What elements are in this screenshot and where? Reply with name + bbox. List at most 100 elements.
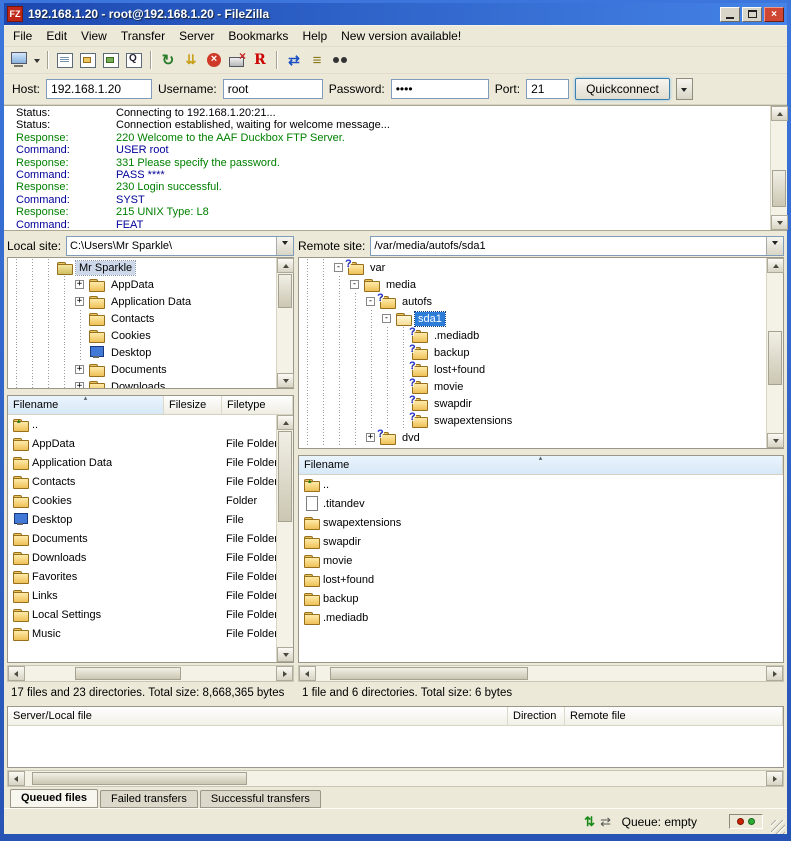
tree-expander-plus-icon[interactable]: + [366,433,375,442]
directory-comparison-icon[interactable] [283,49,305,71]
remote-horizontal-scrollbar[interactable] [298,665,784,682]
file-row-lost-found[interactable]: lost+found [299,570,783,589]
column-header-direction[interactable]: Direction [508,707,565,725]
tree-item-appdata[interactable]: +AppData [8,276,276,293]
file-row-downloads[interactable]: DownloadsFile Folder [8,548,276,567]
column-header-filename[interactable]: Filename▴ [299,456,783,474]
file-row-music[interactable]: MusicFile Folder [8,624,276,643]
scroll-left-button[interactable] [8,666,25,681]
queue-processing-icon[interactable] [598,814,614,830]
file-row-swapextensions[interactable]: swapextensions [299,513,783,532]
cancel-icon[interactable] [203,49,225,71]
tree-item-media[interactable]: -media [299,276,766,293]
column-header-filesize[interactable]: Filesize [164,396,222,414]
tree-item-contacts[interactable]: Contacts [8,310,276,327]
transfer-queue-body[interactable] [8,726,783,767]
tree-item-movie[interactable]: ?movie [299,378,766,395]
resize-grip[interactable] [771,820,785,834]
file-row-application-data[interactable]: Application DataFile Folder [8,453,276,472]
tree-item-swapdir[interactable]: ?swapdir [299,395,766,412]
message-log-scrollbar[interactable] [770,106,787,230]
scroll-thumb[interactable] [330,667,528,680]
remote-site-dropdown-button[interactable] [766,237,783,255]
scroll-thumb[interactable] [278,274,292,308]
scroll-thumb[interactable] [772,170,786,208]
file-row-swapdir[interactable]: swapdir [299,532,783,551]
tree-expander-plus-icon[interactable]: + [75,297,84,306]
tab-successful-transfers[interactable]: Successful transfers [200,790,321,808]
scroll-up-button[interactable] [277,258,294,273]
tree-expander-plus-icon[interactable]: + [75,280,84,289]
speed-limits-icon[interactable] [582,814,598,830]
file-row-titandev[interactable]: .titandev [299,494,783,513]
column-header-server-local-file[interactable]: Server/Local file [8,707,508,725]
local-site-dropdown-button[interactable] [276,237,293,255]
scroll-left-button[interactable] [8,771,25,786]
tree-expander-minus-icon[interactable]: - [350,280,359,289]
tree-expander-plus-icon[interactable]: + [75,382,84,388]
scroll-right-button[interactable] [766,666,783,681]
scroll-right-button[interactable] [766,771,783,786]
file-row-item[interactable]: ▴.. [8,415,276,434]
remote-tree-scrollbar[interactable] [766,258,783,448]
username-input[interactable] [223,79,323,99]
tree-item-dvd[interactable]: +?dvd [299,429,766,446]
file-row-desktop[interactable]: DesktopFile [8,510,276,529]
tree-item-sda1[interactable]: -sda1 [299,310,766,327]
file-row-local-settings[interactable]: Local SettingsFile Folder [8,605,276,624]
file-row-cookies[interactable]: CookiesFolder [8,491,276,510]
menu-item-edit[interactable]: Edit [39,26,74,47]
column-header-remote-file[interactable]: Remote file [565,707,783,725]
tab-failed-transfers[interactable]: Failed transfers [100,790,198,808]
tree-item-cookies[interactable]: Cookies [8,327,276,344]
toggle-remote-tree-icon[interactable] [100,49,122,71]
host-input[interactable] [46,79,152,99]
toggle-message-log-icon[interactable] [54,49,76,71]
menu-item-server[interactable]: Server [172,26,221,47]
tree-item-mr-sparkle[interactable]: Mr Sparkle [8,259,276,276]
menu-item-bookmarks[interactable]: Bookmarks [221,26,295,47]
tree-item-downloads[interactable]: +Downloads [8,378,276,388]
scroll-thumb[interactable] [75,667,180,680]
refresh-icon[interactable] [157,49,179,71]
process-queue-icon[interactable] [180,49,202,71]
file-row-contacts[interactable]: ContactsFile Folder [8,472,276,491]
tree-expander-minus-icon[interactable]: - [334,263,343,272]
scroll-up-button[interactable] [277,415,293,430]
site-manager-icon[interactable] [8,49,30,71]
column-header-filetype[interactable]: Filetype [222,396,293,414]
tree-expander-plus-icon[interactable]: + [75,365,84,374]
maximize-button[interactable] [742,7,762,22]
scroll-up-button[interactable] [771,106,788,121]
scroll-right-button[interactable] [276,666,293,681]
local-site-combobox[interactable]: C:\Users\Mr Sparkle\ [66,236,294,256]
local-tree-scrollbar[interactable] [276,258,293,388]
tree-item-autofs[interactable]: -?autofs [299,293,766,310]
password-input[interactable] [391,79,489,99]
local-list-scrollbar[interactable] [276,415,293,662]
scroll-down-button[interactable] [767,433,784,448]
title-bar[interactable]: FZ 192.168.1.20 - root@192.168.1.20 - Fi… [4,3,787,25]
tree-item-var[interactable]: -?var [299,259,766,276]
tree-item-swapextensions[interactable]: ?swapextensions [299,412,766,429]
scroll-thumb[interactable] [278,431,292,522]
menu-item-transfer[interactable]: Transfer [114,26,172,47]
toggle-queue-icon[interactable] [123,49,145,71]
close-button[interactable]: × [764,7,784,22]
scroll-up-button[interactable] [767,258,784,273]
tree-item-lost-found[interactable]: ?lost+found [299,361,766,378]
dropdown-icon[interactable] [31,49,42,71]
file-row-links[interactable]: LinksFile Folder [8,586,276,605]
tree-item-application-data[interactable]: +Application Data [8,293,276,310]
scroll-down-button[interactable] [277,647,293,662]
menu-item-view[interactable]: View [74,26,114,47]
disconnect-icon[interactable] [226,49,248,71]
tree-item-documents[interactable]: +Documents [8,361,276,378]
scroll-down-button[interactable] [771,215,788,230]
find-icon[interactable] [329,49,351,71]
scroll-thumb[interactable] [32,772,247,785]
tree-item-desktop[interactable]: Desktop [8,344,276,361]
scroll-down-button[interactable] [277,373,294,388]
tree-expander-minus-icon[interactable]: - [366,297,375,306]
tree-item-backup[interactable]: ?backup [299,344,766,361]
